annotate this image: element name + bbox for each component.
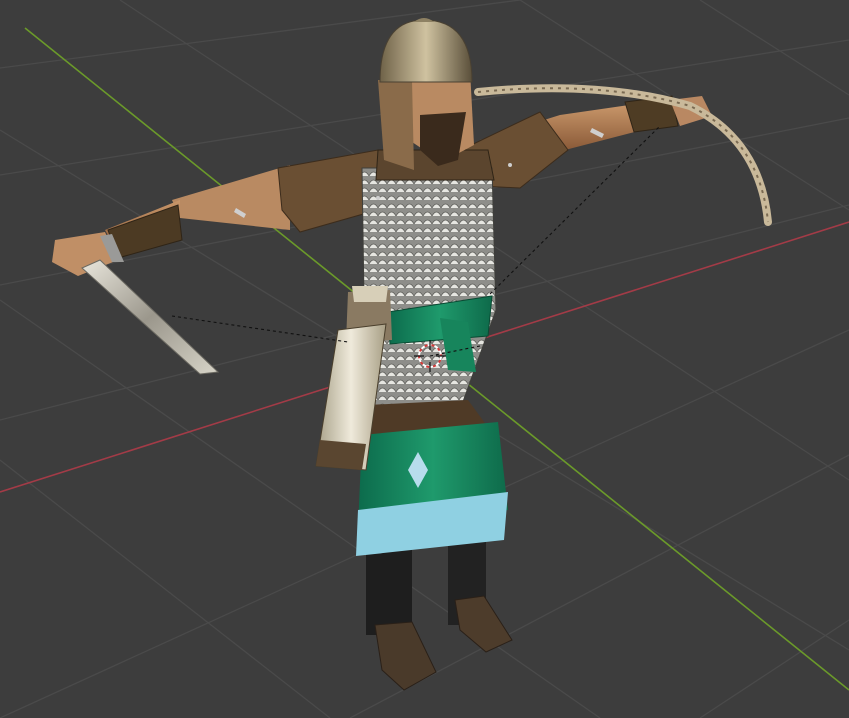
character-model <box>52 18 772 691</box>
sword-blade <box>81 259 220 375</box>
helmet <box>379 19 473 83</box>
3d-viewport[interactable] <box>0 0 849 718</box>
viewport-canvas <box>0 0 849 718</box>
